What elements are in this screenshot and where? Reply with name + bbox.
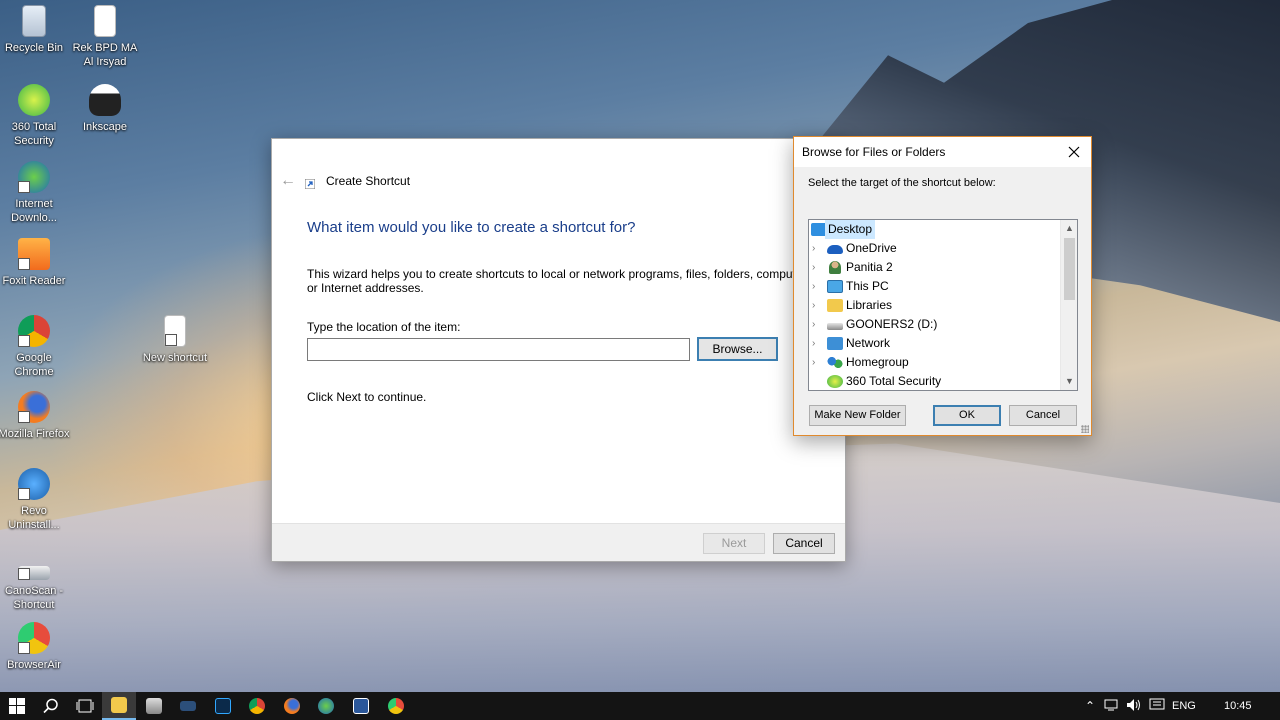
security-shield-icon [18, 84, 50, 116]
desktop-icon-revo-uninstaller[interactable]: Revo Uninstall... [0, 468, 71, 532]
user-icon [829, 261, 841, 274]
document-icon [94, 5, 116, 37]
folder-icon [111, 697, 127, 713]
desktop-icon-recycle-bin[interactable]: Recycle Bin [0, 5, 71, 55]
chrome-icon [249, 698, 265, 714]
taskbar-firefox[interactable] [275, 692, 309, 720]
word-icon [353, 698, 369, 714]
browserair-icon [18, 622, 50, 654]
wizard-footer: Next Cancel [272, 523, 845, 561]
ok-button[interactable]: OK [933, 405, 1001, 426]
globe-download-icon [318, 698, 334, 714]
browse-dialog: Browse for Files or Folders Select the t… [793, 136, 1092, 436]
taskbar-chrome[interactable] [240, 692, 274, 720]
browse-dialog-title: Browse for Files or Folders [802, 145, 946, 159]
pdf-reader-icon [18, 238, 50, 270]
make-new-folder-button[interactable]: Make New Folder [809, 405, 906, 426]
taskbar: ⌃ ENG 10:45 [0, 692, 1280, 720]
desktop-icon-inkscape[interactable]: Inkscape [68, 84, 142, 134]
recycle-bin-icon [22, 5, 46, 37]
create-shortcut-wizard: ← Create Shortcut What item would you li… [271, 138, 846, 562]
windows-logo-icon [9, 698, 25, 714]
chevron-right-icon[interactable]: › [812, 353, 822, 372]
tree-scrollbar[interactable]: ▲ ▼ [1060, 220, 1077, 390]
taskbar-word[interactable] [344, 692, 378, 720]
chevron-right-icon[interactable]: › [812, 334, 822, 353]
clock[interactable]: 10:45 [1224, 692, 1252, 720]
taskbar-keyboard[interactable] [171, 692, 205, 720]
wizard-description: This wizard helps you to create shortcut… [307, 267, 813, 295]
desktop-icon-foxit-reader[interactable]: Foxit Reader [0, 238, 71, 288]
task-view-button[interactable] [68, 692, 102, 720]
volume-icon[interactable] [1126, 698, 1142, 714]
start-button[interactable] [0, 692, 34, 720]
desktop-icon-browserair[interactable]: BrowserAir [0, 622, 71, 672]
scanner-icon [18, 566, 50, 580]
desktop-icon-360-total-security[interactable]: 360 Total Security [0, 84, 71, 148]
network-icon [827, 337, 843, 350]
chevron-right-icon[interactable]: › [812, 296, 822, 315]
location-input[interactable] [307, 338, 690, 361]
globe-download-icon [18, 161, 50, 193]
folder-tree[interactable]: Desktop › OneDrive › Panitia 2 › This PC… [808, 219, 1078, 391]
scroll-thumb[interactable] [1064, 238, 1075, 300]
location-label: Type the location of the item: [307, 320, 461, 334]
photoshop-icon [215, 698, 231, 714]
desktop-icon-mozilla-firefox[interactable]: Mozilla Firefox [0, 391, 71, 441]
firefox-icon [284, 698, 300, 714]
search-icon [43, 698, 58, 714]
drive-icon [827, 323, 843, 330]
resize-grip[interactable] [1081, 425, 1089, 433]
scroll-down-icon[interactable]: ▼ [1061, 373, 1077, 390]
shortcut-icon [304, 178, 316, 190]
taskbar-download-manager[interactable] [309, 692, 343, 720]
folder-icon [827, 299, 843, 312]
action-center-icon[interactable] [1149, 698, 1165, 714]
browse-prompt: Select the target of the shortcut below: [808, 177, 996, 189]
browse-button[interactable]: Browse... [697, 337, 778, 361]
network-tray-icon[interactable] [1103, 698, 1119, 714]
blank-file-icon [164, 315, 186, 347]
back-arrow-icon[interactable]: ← [280, 172, 300, 189]
chevron-right-icon[interactable]: › [812, 277, 822, 296]
chevron-right-icon[interactable]: › [812, 239, 822, 258]
cloud-icon [827, 245, 843, 254]
task-view-icon [76, 699, 94, 713]
language-indicator[interactable]: ENG [1172, 692, 1196, 720]
desktop-icon-rek-bpd[interactable]: Rek BPD MA Al Irsyad [68, 5, 142, 69]
desktop-icon-canoscan[interactable]: CanoScan - Shortcut [0, 556, 71, 612]
desktop-icon-internet-download[interactable]: Internet Downlo... [0, 161, 71, 225]
wizard-cancel-button[interactable]: Cancel [773, 533, 835, 554]
show-hidden-icons-chevron-up-icon[interactable]: ⌃ [1082, 698, 1098, 714]
continue-note: Click Next to continue. [307, 390, 427, 404]
taskbar-printer[interactable] [137, 692, 171, 720]
taskbar-file-explorer[interactable] [102, 692, 136, 720]
taskbar-browserair[interactable] [379, 692, 413, 720]
taskbar-photoshop[interactable] [206, 692, 240, 720]
wizard-heading: What item would you like to create a sho… [307, 219, 636, 236]
next-button[interactable]: Next [703, 533, 765, 554]
browse-cancel-button[interactable]: Cancel [1009, 405, 1077, 426]
shield-icon [827, 375, 843, 388]
computer-icon [827, 280, 843, 293]
homegroup-icon [827, 356, 843, 369]
browserair-icon [388, 698, 404, 714]
printer-icon [146, 698, 162, 714]
chrome-icon [18, 315, 50, 347]
desktop-icon-new-shortcut[interactable]: New shortcut [138, 315, 212, 365]
wizard-title: Create Shortcut [326, 174, 411, 188]
scroll-up-icon[interactable]: ▲ [1061, 220, 1077, 237]
search-button[interactable] [34, 692, 68, 720]
keyboard-icon [180, 701, 196, 711]
desktop-icon-google-chrome[interactable]: Google Chrome [0, 315, 71, 379]
chevron-right-icon[interactable]: › [812, 258, 822, 277]
browse-titlebar[interactable]: Browse for Files or Folders [794, 137, 1091, 167]
close-icon[interactable] [1063, 141, 1085, 163]
inkscape-icon [89, 84, 121, 116]
chevron-right-icon[interactable]: › [812, 315, 822, 334]
firefox-icon [18, 391, 50, 423]
revo-icon [18, 468, 50, 500]
